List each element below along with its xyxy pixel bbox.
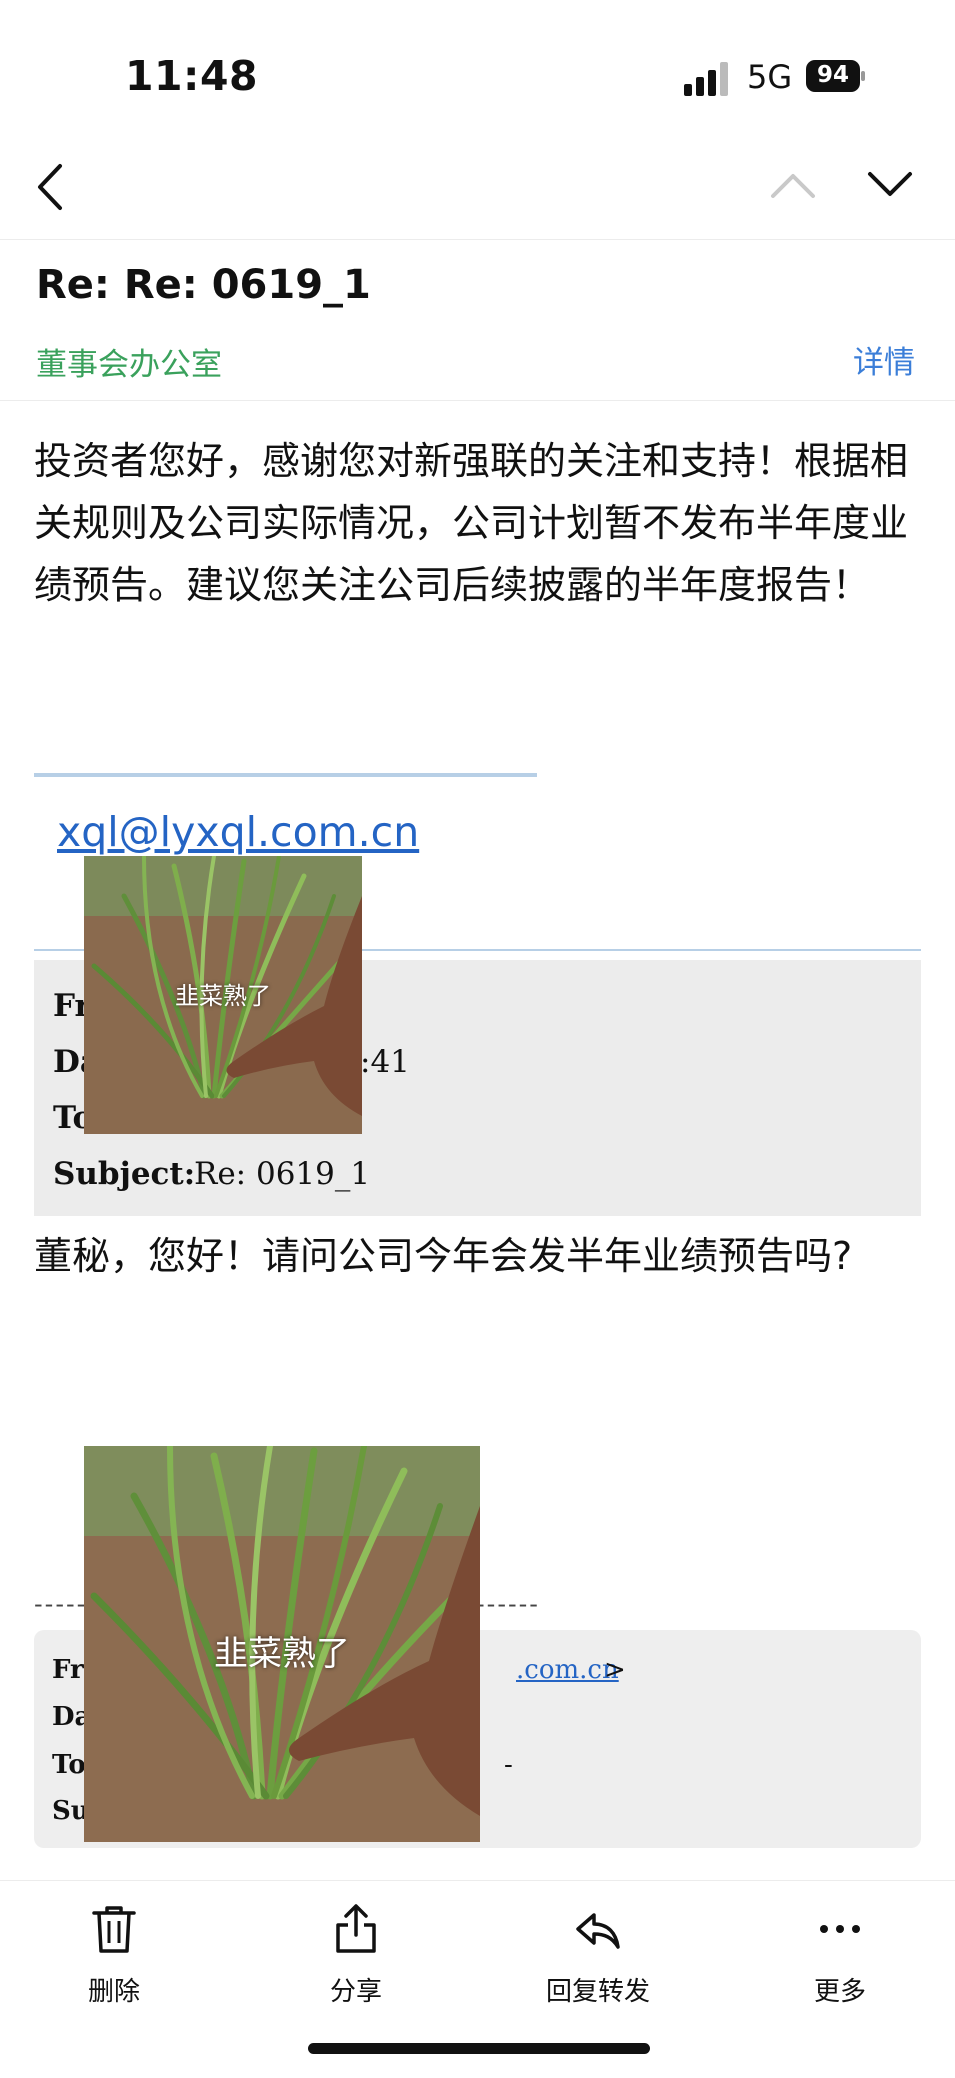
meme-caption-large: 韭菜熟了	[214, 1634, 350, 1674]
leek-meme-image: 韭菜熟了	[84, 856, 362, 1134]
quote-subject-value: Re: 0619_1	[194, 1156, 371, 1192]
subject-divider	[0, 400, 955, 401]
reply-forward-label: 回复转发	[545, 1977, 650, 2007]
leek-meme-image-large: 韭菜熟了	[84, 1446, 480, 1842]
more-icon	[820, 1925, 860, 1933]
cellular-signal-icon	[684, 62, 728, 96]
reply-forward-button[interactable]: 回复转发	[498, 1903, 698, 2008]
quote-date-value: :41	[360, 1044, 410, 1080]
quote2-to-label: To	[52, 1750, 86, 1780]
quote2-from-label: Fr	[52, 1655, 84, 1685]
header-divider	[0, 239, 955, 240]
quote-subject-label: Subject:	[53, 1156, 196, 1192]
share-button[interactable]: 分享	[256, 1903, 456, 2008]
signature-rule	[34, 773, 537, 777]
delete-button[interactable]: 删除	[14, 1903, 214, 2008]
status-time: 11:48	[125, 52, 259, 100]
more-label: 更多	[813, 1977, 866, 2007]
message-subject: Re: Re: 0619_1	[36, 262, 371, 308]
original-question: 董秘，您好！请问公司今年会发半年业绩预告吗?	[34, 1234, 853, 1278]
share-icon	[336, 1904, 376, 1953]
share-label: 分享	[329, 1977, 382, 2007]
battery-level: 94	[816, 62, 849, 88]
more-button[interactable]: 更多	[740, 1903, 940, 2008]
message-sender[interactable]: 董事会办公室	[36, 339, 222, 384]
message-body: 投资者您好，感谢您对新强联的关注和支持！根据相关规则及公司实际情况，公司计划暂不…	[34, 439, 909, 607]
quote2-to-tail: -	[504, 1750, 513, 1780]
meme-caption: 韭菜熟了	[175, 982, 271, 1010]
quote2-link-end: >	[604, 1655, 626, 1685]
email-link[interactable]: xql@lyxql.com.cn	[57, 808, 419, 856]
network-type: 5G	[747, 58, 793, 96]
reply-icon	[576, 1913, 620, 1949]
next-message-icon[interactable]	[866, 170, 914, 200]
separator-right: ------	[476, 1590, 540, 1618]
trash-icon	[92, 1906, 136, 1953]
back-icon[interactable]	[36, 162, 66, 212]
previous-message-icon[interactable]	[769, 170, 817, 200]
delete-label: 删除	[87, 1977, 140, 2007]
home-indicator[interactable]	[308, 2043, 650, 2054]
battery-icon: 94	[806, 60, 866, 92]
details-link[interactable]: 详情	[853, 337, 915, 382]
